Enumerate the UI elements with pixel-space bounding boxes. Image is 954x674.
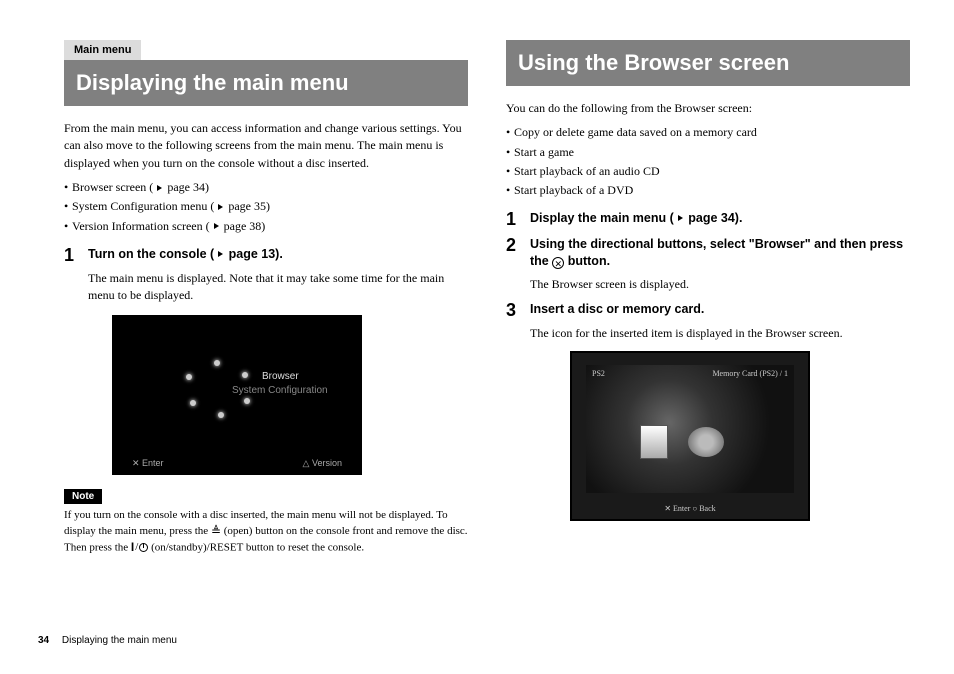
section-tab: Main menu [64,40,141,60]
step-number: 2 [506,236,520,270]
shot2-top-right: Memory Card (PS2) / 1 [712,369,788,378]
list-item: Start playback of a DVD [506,181,910,200]
arrow-icon [157,185,162,191]
main-menu-screenshot: Browser System Configuration ✕ Enter △ V… [112,315,362,475]
left-column: Main menu Displaying the main menu From … [64,40,468,556]
footer-title: Displaying the main menu [62,635,177,646]
step-title: Using the directional buttons, select "B… [530,236,910,270]
step-2-right: 2 Using the directional buttons, select … [506,236,910,270]
step-1-left: 1 Turn on the console ( page 13). [64,246,468,264]
page-footer: 34 Displaying the main menu [38,635,177,646]
step-number: 1 [506,210,520,228]
list-item: Version Information screen ( page 38) [64,217,468,236]
browser-screenshot: PS2 Memory Card (PS2) / 1 ✕ Enter ○ Back [570,351,810,521]
right-column: Using the Browser screen You can do the … [506,40,910,556]
step-body: The Browser screen is displayed. [530,276,910,293]
feature-list: Copy or delete game data saved on a memo… [506,123,910,200]
step-title: Insert a disc or memory card. [530,301,704,319]
shot-footer-version: △ Version [303,458,342,469]
heading-left: Displaying the main menu [64,60,468,106]
x-button-icon: ✕ [552,257,564,269]
note-text: If you turn on the console with a disc i… [64,508,468,556]
shot-label-browser: Browser [262,371,299,382]
memory-card-icon [640,425,668,459]
step-body: The main menu is displayed. Note that it… [88,270,468,305]
arrow-icon [678,215,683,221]
power-icon: I/ [131,540,148,555]
intro-right: You can do the following from the Browse… [506,100,910,117]
shot-footer-enter: ✕ Enter [132,458,164,469]
shot2-top-left: PS2 [592,369,605,378]
page-number: 34 [38,635,49,646]
arrow-icon [214,223,219,229]
menu-item-list: Browser screen ( page 34) System Configu… [64,178,468,236]
step-body: The icon for the inserted item is displa… [530,325,910,342]
arrow-icon [218,251,223,257]
disc-icon [688,427,724,457]
intro-left: From the main menu, you can access infor… [64,120,468,172]
step-number: 1 [64,246,78,264]
step-3-right: 3 Insert a disc or memory card. [506,301,910,319]
arrow-icon [218,204,223,210]
heading-right: Using the Browser screen [506,40,910,86]
list-item: System Configuration menu ( page 35) [64,197,468,216]
shot-label-syscfg: System Configuration [232,385,328,396]
step-title: Display the main menu ( page 34). [530,210,742,228]
list-item: Copy or delete game data saved on a memo… [506,123,910,142]
step-number: 3 [506,301,520,319]
list-item: Start playback of an audio CD [506,162,910,181]
eject-icon: ≜ [211,523,221,540]
shot2-footer: ✕ Enter ○ Back [570,504,810,513]
list-item: Browser screen ( page 34) [64,178,468,197]
step-title: Turn on the console ( page 13). [88,246,283,264]
note-tag: Note [64,489,102,504]
step-1-right: 1 Display the main menu ( page 34). [506,210,910,228]
list-item: Start a game [506,143,910,162]
